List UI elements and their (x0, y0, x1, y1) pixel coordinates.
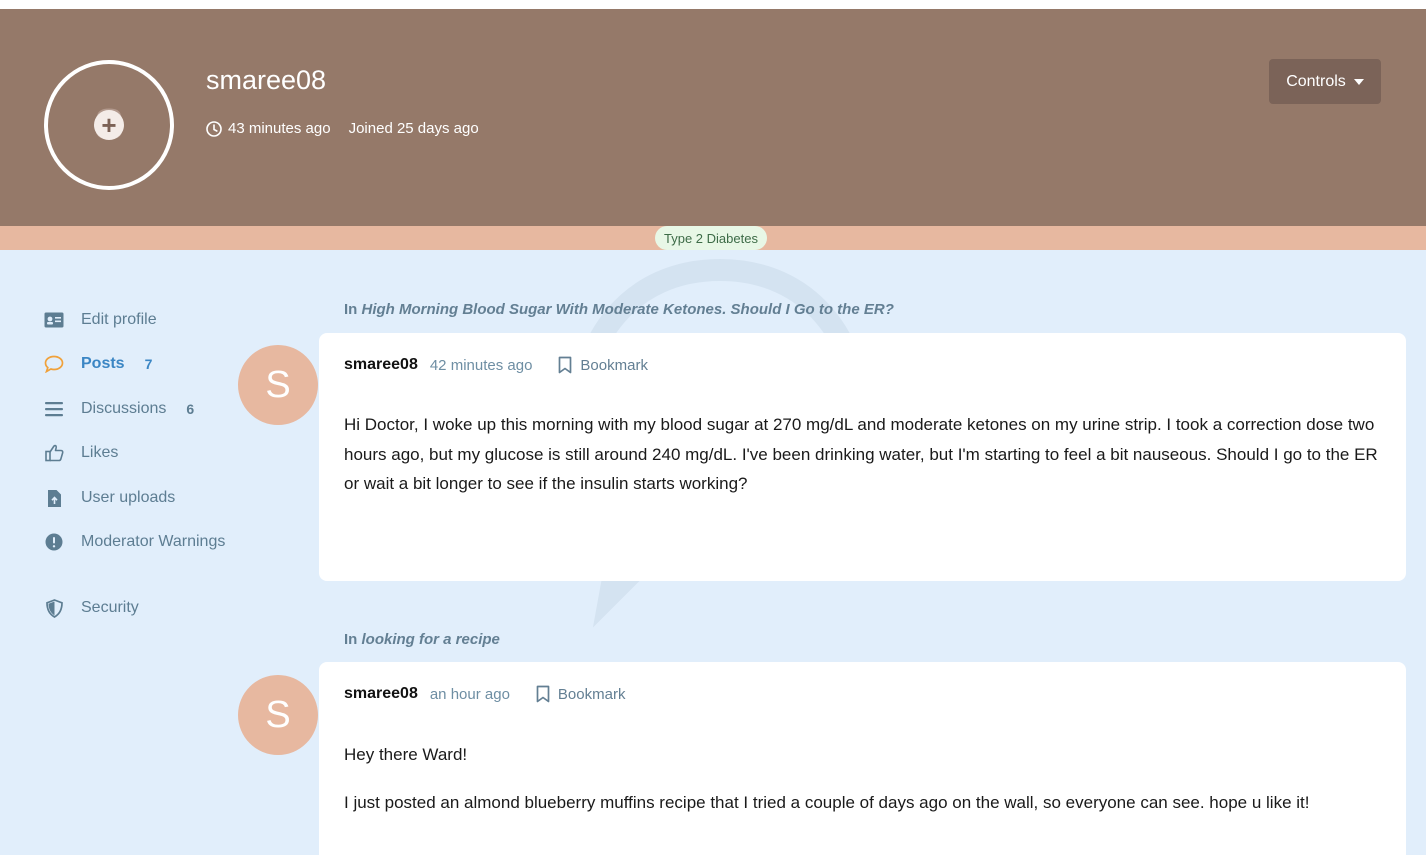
profile-hero: S + smaree08 43 minutes ago Joined 25 da… (0, 9, 1426, 226)
bookmark-icon (536, 685, 550, 703)
joined-text: Joined 25 days ago (348, 120, 479, 137)
sidebar-item-user-uploads[interactable]: User uploads (44, 488, 175, 508)
sidebar-item-moderator-warnings[interactable]: Moderator Warnings (44, 532, 225, 552)
post-header: smaree08 42 minutes ago Bookmark (344, 356, 648, 374)
sidebar-item-label: Security (81, 599, 139, 616)
bookmark-label: Bookmark (557, 685, 626, 703)
file-upload-icon (44, 488, 64, 508)
posts-count: 7 (144, 356, 153, 372)
sidebar-item-label: Moderator Warnings (81, 533, 226, 550)
post-paragraph: Hi Doctor, I woke up this morning with m… (344, 415, 1378, 493)
caret-down-icon (1353, 78, 1364, 85)
sidebar-item-security[interactable]: Security (44, 598, 139, 618)
thumbs-up-icon (44, 443, 64, 463)
last-seen-text: 43 minutes ago (228, 120, 331, 137)
upload-avatar-icon[interactable]: + (94, 110, 124, 140)
sidebar-item-label: Edit profile (81, 311, 157, 328)
sidebar-item-label: Discussions (81, 400, 167, 417)
sidebar-item-edit-profile[interactable]: Edit profile (44, 310, 157, 330)
post-card: smaree08 42 minutes ago Bookmark Hi Doct… (319, 333, 1406, 581)
sidebar-item-likes[interactable]: Likes (44, 443, 118, 463)
post-author-avatar[interactable]: S (238, 675, 318, 755)
group-badge[interactable]: Type 2 Diabetes (655, 226, 767, 250)
controls-label: Controls (1286, 72, 1346, 90)
top-strip (0, 0, 1426, 9)
discussion-title-link[interactable]: High Morning Blood Sugar With Moderate K… (362, 301, 894, 318)
sidebar-item-label: Posts (81, 355, 125, 372)
post-time[interactable]: an hour ago (430, 686, 510, 703)
post-body: Hi Doctor, I woke up this morning with m… (344, 410, 1378, 499)
bookmark-button[interactable]: Bookmark (558, 356, 648, 374)
post-paragraph: I just posted an almond blueberry muffin… (344, 792, 1310, 812)
profile-meta: 43 minutes ago Joined 25 days ago (206, 120, 479, 137)
post-paragraph: Hey there Ward! (344, 745, 468, 764)
controls-button[interactable]: Controls (1269, 59, 1381, 104)
bookmark-button[interactable]: Bookmark (536, 685, 626, 703)
post-author-avatar[interactable]: S (238, 345, 318, 425)
post-body: Hey there Ward! I just posted an almond … (344, 740, 1378, 817)
sidebar-item-label: Likes (81, 444, 119, 461)
post-context-prefix: In (344, 301, 358, 318)
post-card: smaree08 an hour ago Bookmark Hey there … (319, 662, 1406, 855)
post-context: In looking for a recipe (344, 631, 500, 648)
post-context-prefix: In (344, 631, 358, 648)
exclamation-circle-icon (44, 532, 64, 552)
post-author-name[interactable]: smaree08 (344, 356, 418, 374)
post-context: In High Morning Blood Sugar With Moderat… (344, 301, 894, 318)
profile-username: smaree08 (206, 65, 327, 95)
bookmark-icon (559, 356, 572, 374)
id-card-icon (44, 310, 64, 330)
clock-icon (206, 120, 222, 137)
profile-avatar[interactable]: S + (44, 60, 174, 190)
post-author-name[interactable]: smaree08 (344, 685, 418, 703)
bookmark-label: Bookmark (580, 356, 648, 374)
comment-icon (44, 354, 64, 374)
discussion-title-link[interactable]: looking for a recipe (362, 631, 500, 648)
post-time[interactable]: 42 minutes ago (430, 357, 533, 374)
discussions-count: 6 (186, 401, 195, 417)
post-header: smaree08 an hour ago Bookmark (344, 685, 625, 703)
shield-icon (44, 598, 64, 618)
sidebar-item-posts[interactable]: Posts 7 (44, 354, 152, 374)
bars-icon (44, 399, 64, 419)
sidebar-item-label: User uploads (81, 489, 176, 506)
sidebar-item-discussions[interactable]: Discussions 6 (44, 399, 194, 419)
